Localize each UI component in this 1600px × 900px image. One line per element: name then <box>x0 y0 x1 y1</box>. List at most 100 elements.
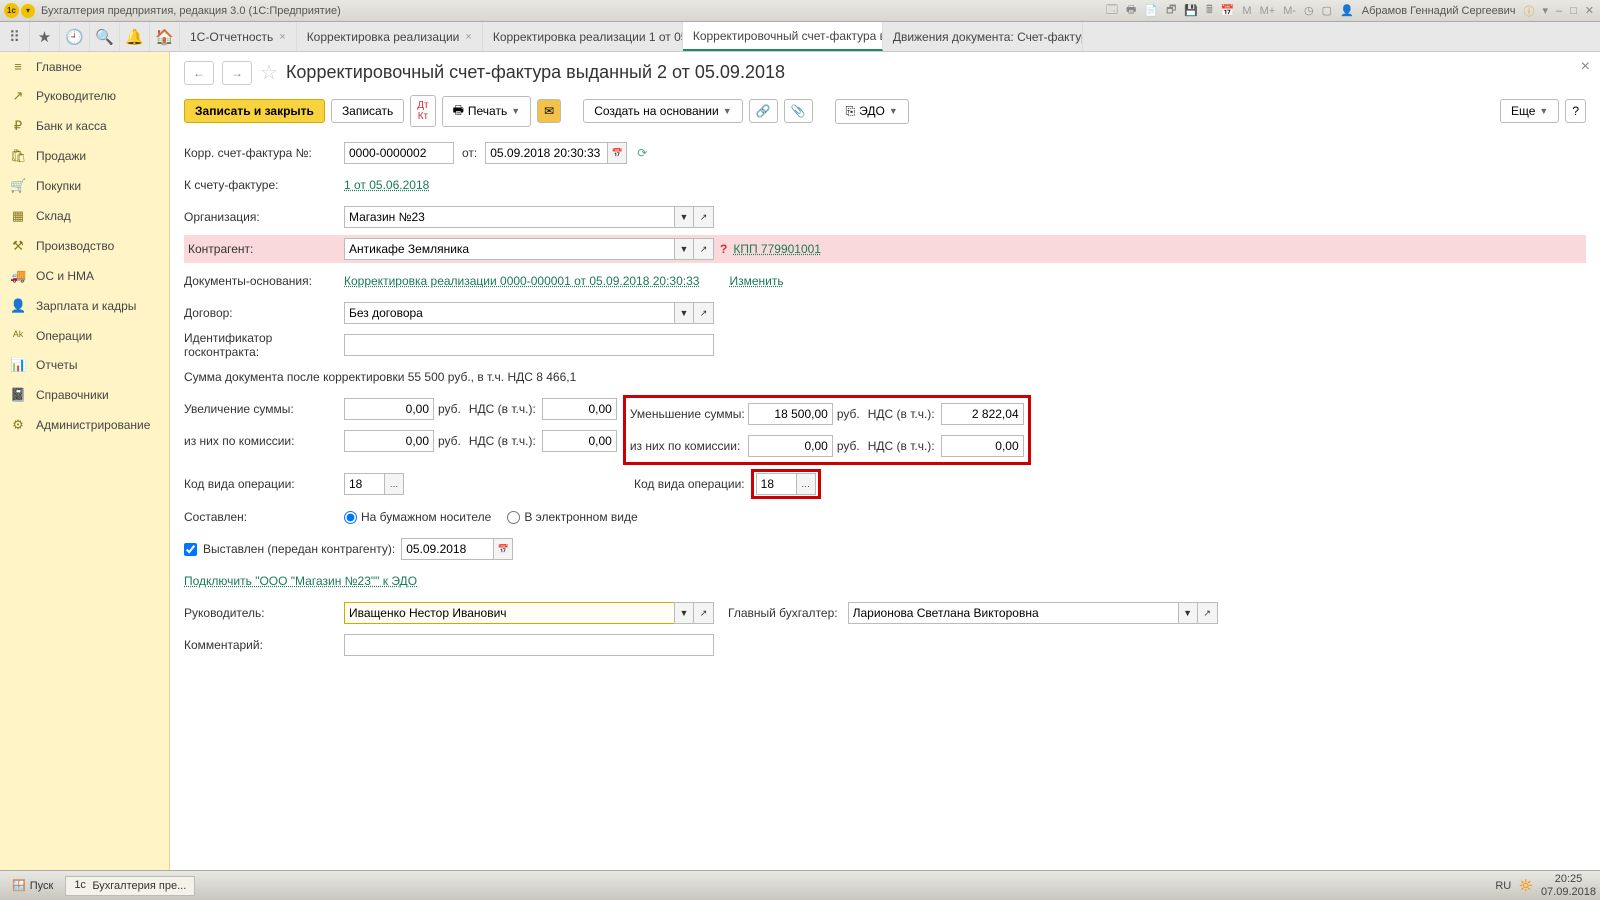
apps-icon[interactable]: ⠿ <box>0 22 30 51</box>
inc-sum-input[interactable] <box>344 398 434 420</box>
mail-button[interactable]: ✉ <box>537 99 561 123</box>
tab[interactable]: Корректировка реализации 1 от 05.09.2018… <box>483 22 683 51</box>
dec-com-nds-input[interactable] <box>941 435 1024 457</box>
start-button[interactable]: 🪟 Пуск <box>4 877 61 894</box>
select-icon[interactable]: … <box>384 473 404 495</box>
sidebar-item[interactable]: 📓Справочники <box>0 380 169 410</box>
select-icon[interactable]: … <box>796 473 816 495</box>
tab[interactable]: 1С-Отчетность× <box>180 22 297 51</box>
tab[interactable]: Корректировка реализации× <box>297 22 483 51</box>
star-icon[interactable]: ☆ <box>260 60 278 85</box>
m-minus-icon[interactable]: М- <box>1281 5 1298 17</box>
sidebar-item[interactable]: ▦Склад <box>0 201 169 231</box>
toolbar-icon[interactable]: 🗔 <box>1104 1 1120 20</box>
minimize-icon[interactable]: – <box>1554 5 1564 17</box>
search-icon[interactable]: 🔍 <box>90 22 120 51</box>
radio-electronic[interactable]: В электронном виде <box>507 510 637 524</box>
user-name[interactable]: Абрамов Геннадий Сергеевич <box>1360 5 1518 17</box>
close-tab-icon[interactable]: × <box>279 31 285 43</box>
sidebar-item[interactable]: ↗Руководителю <box>0 81 169 111</box>
dropdown-icon[interactable]: ▼ <box>674 238 694 260</box>
save-button[interactable]: Записать <box>331 99 404 123</box>
related-button[interactable]: 🔗 <box>749 99 778 123</box>
dropdown-icon[interactable]: ▼ <box>1178 602 1198 624</box>
open-icon[interactable]: ↗ <box>1198 602 1218 624</box>
sidebar-item[interactable]: ᴬᵏОперации <box>0 321 169 350</box>
dec-sum-input[interactable] <box>748 403 833 425</box>
accountant-input[interactable] <box>848 602 1178 624</box>
calc-icon[interactable]: 🖩 <box>1204 1 1215 20</box>
sidebar-item[interactable]: ⚒Производство <box>0 231 169 261</box>
more-button[interactable]: Еще ▼ <box>1500 99 1559 123</box>
open-icon[interactable]: ↗ <box>694 602 714 624</box>
taskbar-task[interactable]: 1cБухгалтерия пре... <box>65 876 195 896</box>
dropdown-icon[interactable]: ▼ <box>674 602 694 624</box>
tab-active[interactable]: Корректировочный счет-фактура выданный 2… <box>683 22 883 51</box>
frame-icon[interactable]: ▢ <box>1320 4 1334 17</box>
sidebar-item[interactable]: 🛍Продажи <box>0 141 169 171</box>
sidebar-item[interactable]: ≡Главное <box>0 52 169 81</box>
nav-back-button[interactable]: ← <box>184 61 214 85</box>
compare-icon[interactable]: 🗗 <box>1164 1 1178 20</box>
open-icon[interactable]: ↗ <box>694 302 714 324</box>
comment-input[interactable] <box>344 634 714 656</box>
dec-nds-input[interactable] <box>941 403 1024 425</box>
history-icon[interactable]: 🕘 <box>60 22 90 51</box>
to-invoice-link[interactable]: 1 от 05.06.2018 <box>344 178 429 192</box>
sidebar-item[interactable]: 📊Отчеты <box>0 350 169 380</box>
tab[interactable]: Движения документа: Счет-фактура выданны… <box>883 22 1083 51</box>
print-icon[interactable]: 🖶 <box>1124 1 1138 20</box>
inc-nds-input[interactable] <box>542 398 617 420</box>
dogovor-input[interactable] <box>344 302 674 324</box>
nav-forward-button[interactable]: → <box>222 61 252 85</box>
sidebar-item[interactable]: 👤Зарплата и кадры <box>0 291 169 321</box>
attach-button[interactable]: 📎 <box>784 99 813 123</box>
date-input[interactable] <box>485 142 607 164</box>
sidebar-item[interactable]: 🚚ОС и НМА <box>0 261 169 291</box>
save-icon[interactable]: 💾 <box>1182 4 1200 17</box>
open-icon[interactable]: ↗ <box>694 206 714 228</box>
m-icon[interactable]: М <box>1240 5 1253 17</box>
issued-date-input[interactable] <box>401 538 493 560</box>
sidebar-item[interactable]: ⚙Администрирование <box>0 410 169 440</box>
sidebar-item[interactable]: 🛒Покупки <box>0 171 169 201</box>
m-plus-icon[interactable]: М+ <box>1258 5 1278 17</box>
warning-icon[interactable]: ? <box>720 242 727 256</box>
radio-paper[interactable]: На бумажном носителе <box>344 510 491 524</box>
dropdown-icon[interactable]: ▾ <box>1540 4 1550 17</box>
inc-com-sum-input[interactable] <box>344 430 434 452</box>
dt-kt-button[interactable]: ДтКт <box>410 95 435 127</box>
dropdown-icon[interactable]: ▼ <box>674 302 694 324</box>
edo-button[interactable]: ⎘ ЭДО ▼ <box>835 99 909 124</box>
close-document-icon[interactable]: × <box>1581 58 1590 76</box>
print-button[interactable]: 🖶 Печать ▼ <box>442 96 532 127</box>
clock-icon[interactable]: ◷ <box>1302 4 1316 17</box>
close-tab-icon[interactable]: × <box>465 31 471 43</box>
doc-icon[interactable]: 📄 <box>1142 4 1160 17</box>
dropdown-icon[interactable]: ▼ <box>674 206 694 228</box>
bell-icon[interactable]: 🔔 <box>120 22 150 51</box>
home-icon[interactable]: 🏠 <box>150 22 180 51</box>
calendar-icon[interactable]: 📅 <box>607 142 627 164</box>
dec-com-sum-input[interactable] <box>748 435 833 457</box>
change-link[interactable]: Изменить <box>729 274 783 288</box>
manager-input[interactable] <box>344 602 674 624</box>
connect-edo-link[interactable]: Подключить "ООО "Магазин №23"" к ЭДО <box>184 574 417 588</box>
docs-base-link[interactable]: Корректировка реализации 0000-000001 от … <box>344 274 699 288</box>
maximize-icon[interactable]: □ <box>1568 5 1579 17</box>
kpp-link[interactable]: КПП 779901001 <box>733 242 821 256</box>
favorite-icon[interactable]: ★ <box>30 22 60 51</box>
gosid-input[interactable] <box>344 334 714 356</box>
help-button[interactable]: ? <box>1565 99 1586 123</box>
refresh-icon[interactable]: ⟳ <box>637 146 647 160</box>
app-menu-dropdown-icon[interactable]: ▾ <box>21 4 35 18</box>
calendar-icon[interactable]: 📅 <box>1219 4 1237 17</box>
contragent-input[interactable] <box>344 238 674 260</box>
inc-com-nds-input[interactable] <box>542 430 617 452</box>
number-input[interactable] <box>344 142 454 164</box>
sidebar-item[interactable]: ₽Банк и касса <box>0 111 169 141</box>
org-input[interactable] <box>344 206 674 228</box>
close-icon[interactable]: ✕ <box>1583 4 1596 17</box>
lang-indicator[interactable]: RU <box>1495 880 1511 892</box>
info-icon[interactable]: ⓘ <box>1521 3 1536 19</box>
